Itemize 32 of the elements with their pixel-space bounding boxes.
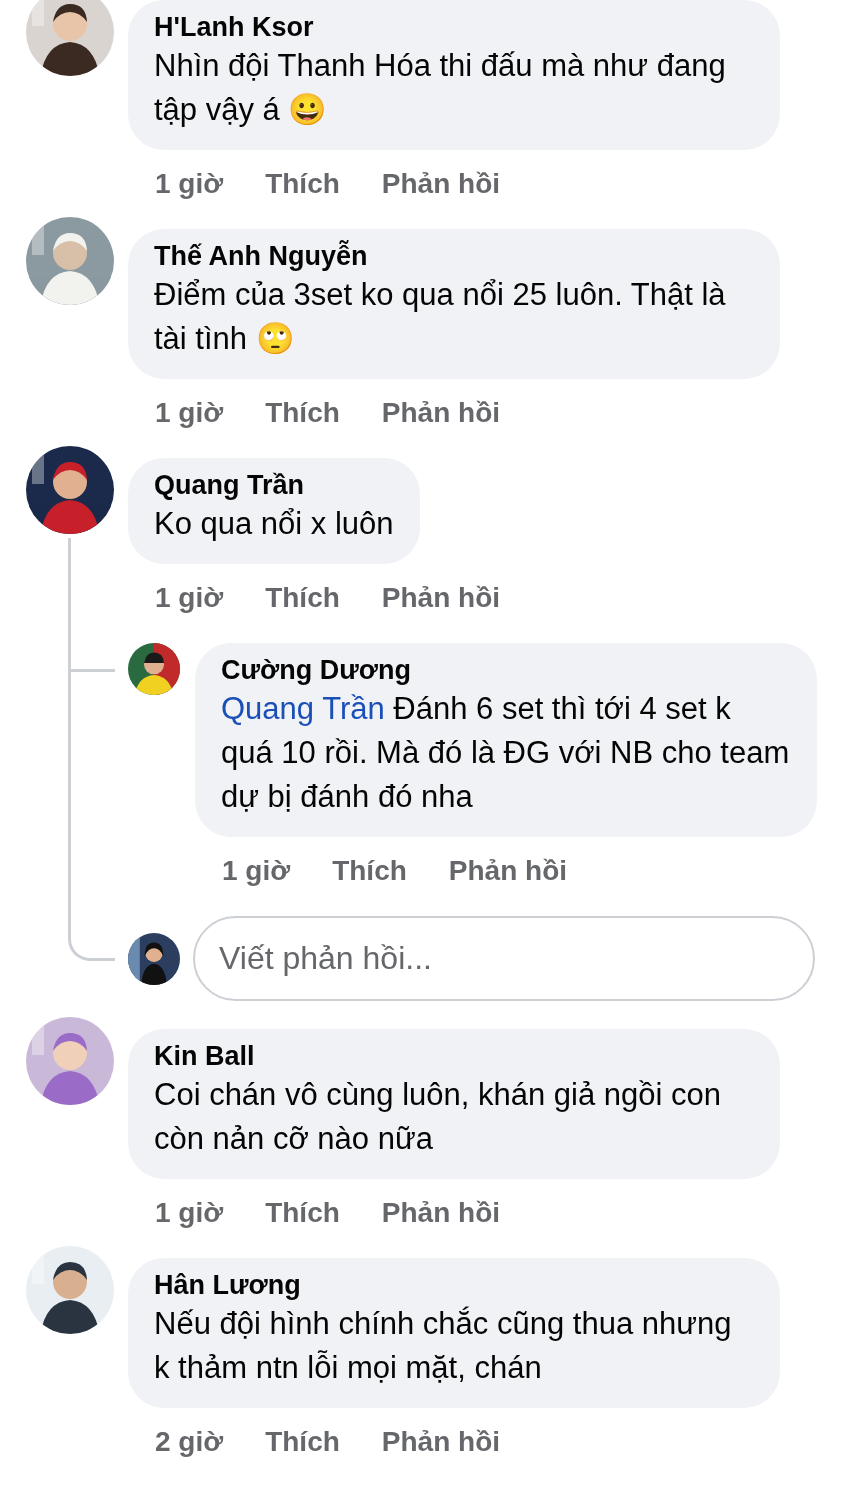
like-link[interactable]: Thích xyxy=(265,168,340,200)
author-name[interactable]: Hân Lương xyxy=(154,1268,754,1302)
like-link[interactable]: Thích xyxy=(265,397,340,429)
reply-input[interactable]: Viết phản hồi... xyxy=(193,916,815,1001)
comment-text: Ko qua nổi x luôn xyxy=(154,505,394,543)
reply-link[interactable]: Phản hồi xyxy=(381,168,501,200)
like-link[interactable]: Thích xyxy=(265,1426,340,1458)
author-name[interactable]: Quang Trần xyxy=(154,468,394,502)
comment-text: Nhìn đội Thanh Hóa thi đấu mà như đang tập vậy á 😀 xyxy=(154,47,727,129)
reply-link[interactable]: Phản hồi xyxy=(381,397,501,429)
comment-time: 1 giờ xyxy=(155,397,224,429)
comment-text: Quang Trần Đánh 6 set thì tới 4 set k quá 10 rồi. Mà đó là ĐG với NB cho team dự bị đánh đó nha xyxy=(221,690,791,816)
author-name[interactable]: H'Lanh Ksor xyxy=(154,10,754,44)
reply-link[interactable]: Phản hồi xyxy=(381,1197,501,1229)
comment-text: Điểm của 3set ko qua nổi 25 luôn. Thật là tài tình 🙄 xyxy=(154,276,727,358)
reply-link[interactable]: Phản hồi xyxy=(381,582,501,614)
comment-time: 2 giờ xyxy=(155,1426,224,1458)
like-link[interactable]: Thích xyxy=(332,855,407,887)
comment-text: Coi chán vô cùng luôn, khán giả ngồi con còn nản cỡ nào nữa xyxy=(154,1076,722,1158)
reply-link[interactable]: Phản hồi xyxy=(381,1426,501,1458)
comment-time: 1 giờ xyxy=(155,168,224,200)
comment-text: Nếu đội hình chính chắc cũng thua nhưng k thảm ntn lỗi mọi mặt, chán xyxy=(154,1305,733,1387)
reply-link[interactable]: Phản hồi xyxy=(448,855,568,887)
like-link[interactable]: Thích xyxy=(265,582,340,614)
author-name[interactable]: Cường Dương xyxy=(221,653,791,687)
comment-time: 1 giờ xyxy=(155,582,224,614)
mention-link[interactable]: Quang Trần xyxy=(221,691,385,726)
like-link[interactable]: Thích xyxy=(265,1197,340,1229)
comment-time: 1 giờ xyxy=(222,855,291,887)
author-name[interactable]: Thế Anh Nguyễn xyxy=(154,239,754,273)
comment-time: 1 giờ xyxy=(155,1197,224,1229)
author-name[interactable]: Kin Ball xyxy=(154,1039,754,1073)
